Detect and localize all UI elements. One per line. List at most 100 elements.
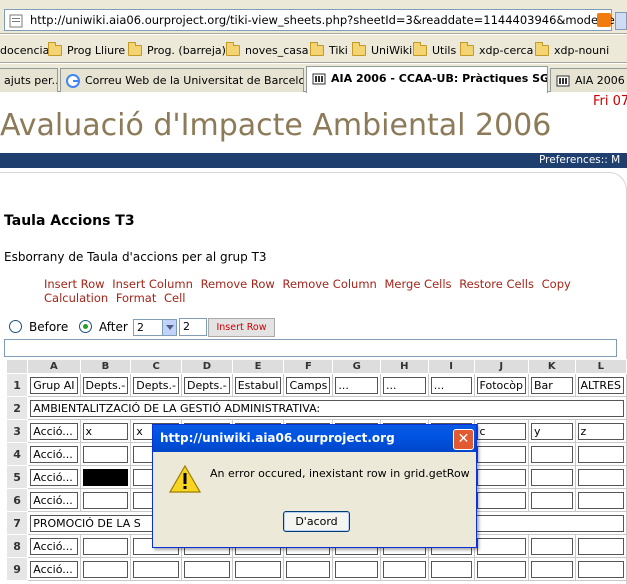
cell-input[interactable] bbox=[476, 537, 527, 555]
cell-input[interactable]: Depts.- bbox=[133, 376, 179, 394]
column-header[interactable]: G bbox=[332, 359, 382, 374]
cell-input[interactable] bbox=[577, 445, 624, 463]
cell-input[interactable]: ... bbox=[335, 376, 379, 394]
column-header[interactable]: A bbox=[27, 359, 81, 374]
column-header[interactable]: B bbox=[79, 359, 132, 374]
row-header[interactable]: 3 bbox=[5, 419, 29, 443]
column-header[interactable]: F bbox=[283, 359, 334, 374]
insert-row-button[interactable]: Insert Row bbox=[208, 318, 275, 337]
url-dropdown-button[interactable] bbox=[615, 12, 627, 30]
format-link[interactable]: Format bbox=[116, 291, 157, 305]
close-icon[interactable]: ✕ bbox=[453, 429, 474, 450]
row-header[interactable]: 1 bbox=[5, 373, 29, 397]
bookmark-docencia[interactable]: docencia bbox=[0, 42, 49, 58]
bookmark-prog-lliure[interactable]: Prog Lliure bbox=[48, 41, 125, 58]
row-header[interactable]: 4 bbox=[5, 442, 29, 466]
cell-input[interactable]: Depts.- bbox=[183, 376, 230, 394]
cell-input[interactable]: Acció... bbox=[30, 422, 78, 440]
column-header[interactable]: L bbox=[574, 359, 627, 374]
row-header[interactable]: 9 bbox=[5, 557, 29, 581]
cell-input[interactable]: Acció... bbox=[30, 468, 78, 486]
bookmark-utils[interactable]: Utils bbox=[413, 41, 456, 58]
cell-input[interactable] bbox=[286, 560, 331, 578]
row-count-input[interactable]: 2 bbox=[179, 318, 207, 336]
rss-icon[interactable] bbox=[597, 13, 611, 27]
cell-input[interactable]: Acció... bbox=[30, 537, 78, 555]
row-select[interactable]: 2 bbox=[133, 319, 177, 336]
cell-input[interactable] bbox=[82, 445, 129, 463]
row-header[interactable]: 6 bbox=[5, 488, 29, 512]
merged-cell[interactable]: AMBIENTALITZACIÓ DE LA GESTIÓ ADMINISTRA… bbox=[30, 399, 624, 417]
cell-input[interactable] bbox=[383, 560, 426, 578]
merge-cells-link[interactable]: Merge Cells bbox=[385, 277, 452, 291]
bookmark-prog-barreja[interactable]: Prog. (barreja) bbox=[128, 41, 226, 58]
cell-input[interactable] bbox=[476, 491, 527, 509]
cell-input[interactable] bbox=[82, 491, 129, 509]
cell-input[interactable]: Depts.- bbox=[82, 376, 129, 394]
cell-input[interactable] bbox=[577, 560, 624, 578]
bookmark-noves-casa[interactable]: noves_casa bbox=[226, 41, 308, 58]
cell-link[interactable]: Cell bbox=[164, 291, 186, 305]
tab-aia-2[interactable]: AIA 2006 - bbox=[550, 68, 627, 92]
url-text[interactable]: http://uniwiki.aia06.ourproject.org/tiki… bbox=[30, 13, 627, 27]
ok-button[interactable]: D'acord bbox=[283, 511, 350, 532]
bookmark-tiki[interactable]: Tiki bbox=[310, 41, 348, 58]
cell-input[interactable]: Acció... bbox=[30, 560, 78, 578]
cell-input[interactable]: y bbox=[531, 422, 573, 440]
cell-input[interactable] bbox=[183, 560, 230, 578]
copy-link[interactable]: Copy bbox=[542, 277, 571, 291]
row-header[interactable]: 2 bbox=[5, 396, 29, 420]
cell-input[interactable] bbox=[476, 468, 527, 486]
cell-input[interactable] bbox=[531, 491, 573, 509]
column-header[interactable]: D bbox=[180, 359, 233, 374]
cell-input[interactable] bbox=[476, 560, 527, 578]
cell-input[interactable] bbox=[531, 468, 573, 486]
cell-input[interactable]: Bar bbox=[531, 376, 573, 394]
preferences-link[interactable]: Preferences:: M bbox=[539, 154, 620, 166]
chevron-down-icon[interactable] bbox=[162, 320, 176, 335]
cell-input[interactable] bbox=[335, 560, 379, 578]
row-header[interactable]: 7 bbox=[5, 511, 29, 535]
after-radio[interactable] bbox=[79, 320, 92, 333]
insert-row-link[interactable]: Insert Row bbox=[44, 277, 105, 291]
cell-input[interactable]: Grup AI bbox=[30, 376, 78, 394]
tab-aia-active[interactable]: AIA 2006 - CCAA-UB: Pràctiques SG... bbox=[306, 66, 548, 93]
remove-row-link[interactable]: Remove Row bbox=[201, 277, 275, 291]
cell-input[interactable]: c bbox=[476, 422, 527, 440]
cell-input[interactable]: Fotocòp bbox=[476, 376, 527, 394]
cell-input[interactable]: ... bbox=[383, 376, 426, 394]
cell-input[interactable]: Estabul bbox=[234, 376, 282, 394]
column-header[interactable]: J bbox=[473, 359, 530, 374]
cell-input[interactable] bbox=[82, 560, 129, 578]
column-header[interactable]: E bbox=[231, 359, 285, 374]
row-header[interactable]: 5 bbox=[5, 465, 29, 489]
cell-input[interactable] bbox=[430, 560, 472, 578]
cell-input[interactable] bbox=[476, 445, 527, 463]
tab-ajuts[interactable]: ajuts per... bbox=[0, 68, 58, 92]
bookmark-uniwiki[interactable]: UniWiki bbox=[352, 41, 412, 58]
cell-input[interactable] bbox=[82, 537, 129, 555]
column-header[interactable]: C bbox=[130, 359, 182, 374]
bookmark-xdp-nouni[interactable]: xdp-nouni bbox=[535, 41, 609, 58]
cell-input[interactable] bbox=[531, 537, 573, 555]
formula-input[interactable] bbox=[4, 339, 617, 357]
column-header[interactable]: K bbox=[528, 359, 576, 374]
cell-input[interactable] bbox=[133, 560, 179, 578]
column-header[interactable]: I bbox=[427, 359, 475, 374]
row-header[interactable]: 8 bbox=[5, 534, 29, 558]
cell-input[interactable]: x bbox=[82, 422, 129, 440]
column-header[interactable]: H bbox=[380, 359, 429, 374]
calculation-link[interactable]: Calculation bbox=[44, 291, 108, 305]
bookmark-xdp-cerca[interactable]: xdp-cerca bbox=[460, 41, 533, 58]
tab-correu[interactable]: Correu Web de la Universitat de Barcelon… bbox=[60, 68, 304, 92]
cell-input[interactable] bbox=[577, 537, 624, 555]
insert-column-link[interactable]: Insert Column bbox=[112, 277, 193, 291]
cell-input[interactable]: z bbox=[577, 422, 624, 440]
cell-input[interactable] bbox=[577, 468, 624, 486]
cell-input[interactable] bbox=[531, 445, 573, 463]
cell-input[interactable] bbox=[234, 560, 282, 578]
restore-cells-link[interactable]: Restore Cells bbox=[459, 277, 534, 291]
cell-input[interactable] bbox=[531, 560, 573, 578]
cell-input[interactable]: Camps bbox=[286, 376, 331, 394]
remove-column-link[interactable]: Remove Column bbox=[282, 277, 376, 291]
